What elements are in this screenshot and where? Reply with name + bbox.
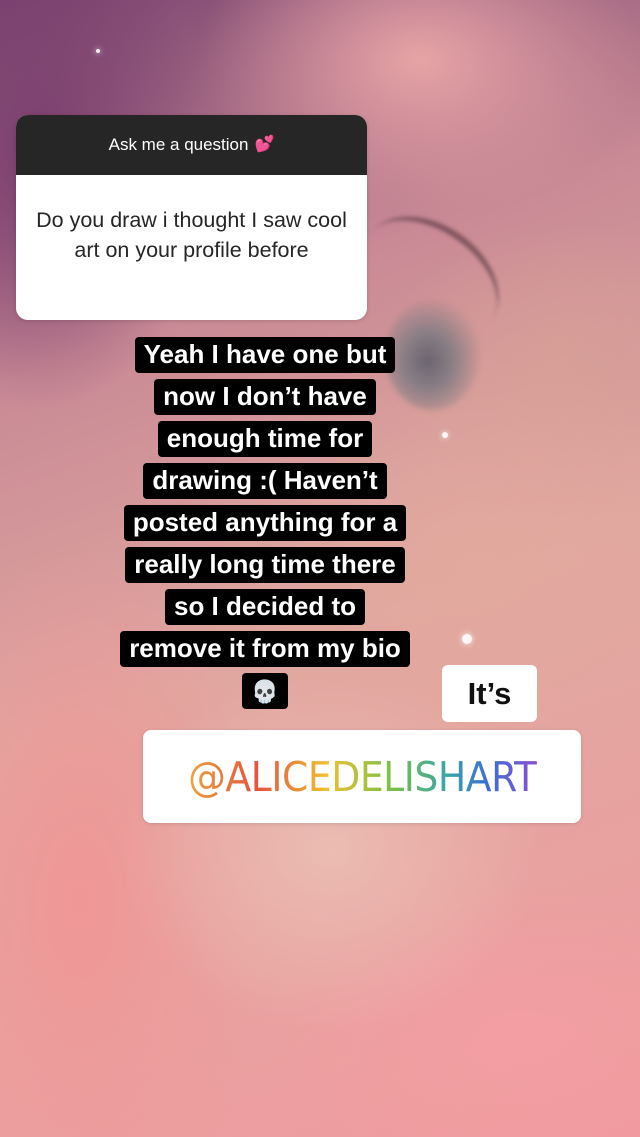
answer-line: enough time for <box>157 421 373 457</box>
sparkle-icon <box>96 49 100 53</box>
question-sticker[interactable]: Ask me a question 💕 Do you draw i though… <box>16 115 367 320</box>
question-text: Do you draw i thought I saw cool art on … <box>36 208 347 262</box>
answer-text-block[interactable]: Yeah I have one but now I don’t have eno… <box>92 333 438 711</box>
answer-line: really long time there <box>125 547 405 583</box>
its-text-sticker[interactable]: It’s <box>442 665 537 722</box>
mention-username: @ALICEDELISHART <box>187 752 537 801</box>
answer-line: remove it from my bio <box>120 631 410 667</box>
question-sticker-title: Ask me a question <box>108 135 249 154</box>
sparkling-hearts-icon: 💕 <box>254 136 275 153</box>
question-sticker-header: Ask me a question 💕 <box>16 115 367 175</box>
sparkle-icon <box>442 432 448 438</box>
answer-line: posted anything for a <box>123 505 407 541</box>
answer-line: Yeah I have one but <box>134 337 396 373</box>
mention-sticker[interactable]: @ALICEDELISHART <box>143 730 581 823</box>
skull-icon: 💀 <box>251 679 279 704</box>
answer-line: now I don’t have <box>154 379 376 415</box>
skull-icon-wrapper: 💀 <box>242 673 288 709</box>
answer-line: so I decided to <box>164 589 366 625</box>
sparkle-icon <box>462 634 472 644</box>
answer-line: drawing :( Haven’t <box>143 463 387 499</box>
